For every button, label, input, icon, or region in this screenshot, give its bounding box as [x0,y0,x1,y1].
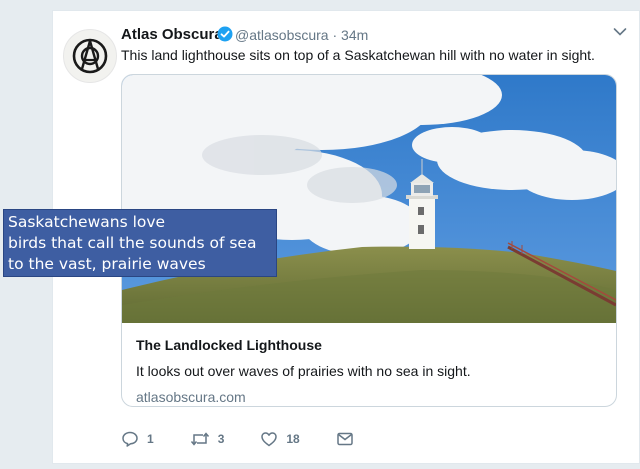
direct-message-button[interactable] [336,430,354,448]
author-handle[interactable]: @atlasobscura [235,27,329,43]
retweet-button[interactable]: 3 [190,430,225,448]
caption-line: birds that call the sounds of sea [8,234,257,252]
reply-button[interactable]: 1 [121,430,154,448]
heart-icon [261,432,278,447]
caption-line: to the vast, prairie waves [8,255,206,273]
avatar[interactable] [63,29,117,83]
link-card-body: The Landlocked Lighthouse It looks out o… [136,337,471,405]
message-icon [336,432,353,446]
link-card-domain: atlasobscura.com [136,389,246,405]
atlas-obscura-logo [72,38,108,74]
link-card-title: The Landlocked Lighthouse [136,337,322,353]
author-name[interactable]: Atlas Obscura [121,26,223,43]
verified-badge-icon [217,26,233,42]
link-card-description: It looks out over waves of prairies with… [136,363,471,379]
retweet-count: 3 [217,432,225,446]
meta-separator: · [332,27,338,43]
tweet-text: This land lighthouse sits on top of a Sa… [121,47,595,63]
lighthouse-photo [122,75,616,323]
like-button[interactable]: 18 [260,430,300,448]
author-meta: @atlasobscura · 34m [235,27,368,43]
tweet-actions: 1 3 18 [121,429,390,449]
tweet-time[interactable]: 34m [341,27,368,43]
reply-count: 1 [147,432,154,446]
reply-icon [122,431,138,447]
caption-overlay: Saskatchewans love birds that call the s… [3,209,277,277]
like-count: 18 [286,432,300,446]
caption-line: Saskatchewans love [8,213,166,231]
chevron-down-icon[interactable] [613,27,627,37]
retweet-icon [190,432,209,446]
